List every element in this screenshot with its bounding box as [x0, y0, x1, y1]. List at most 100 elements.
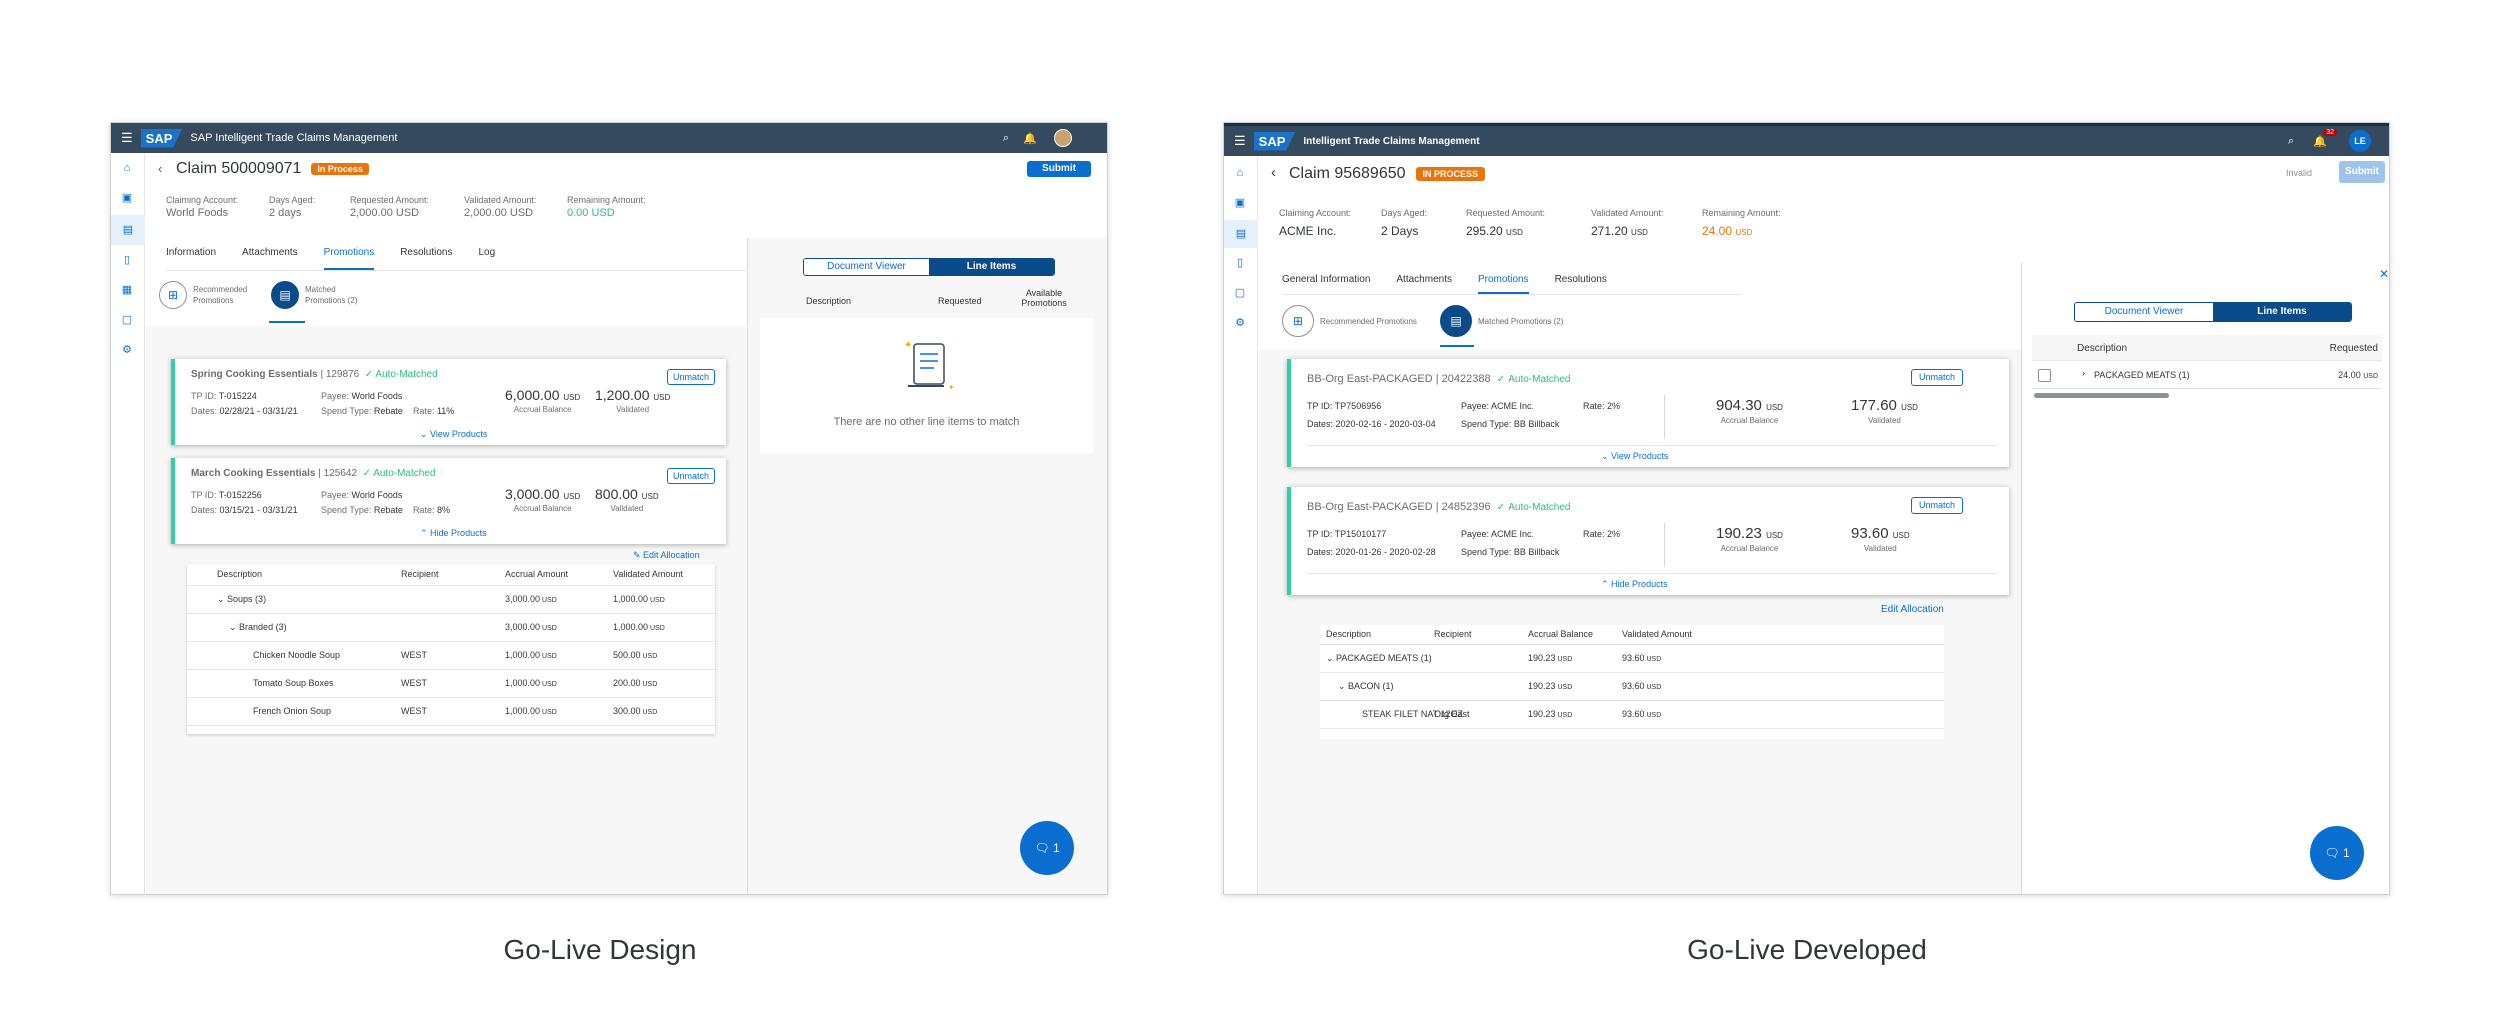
file-icon[interactable]: ▢	[120, 313, 134, 327]
settings-icon[interactable]: ⚙	[1233, 316, 1247, 330]
submit-button[interactable]: Submit	[1027, 161, 1091, 177]
kpi-requested-amount: Requested Amount: 295.20 USD	[1466, 208, 1546, 238]
payee: ACME Inc.	[1491, 529, 1535, 539]
tab-bar: Information Attachments Promotions Resol…	[166, 247, 746, 271]
row-recipient: WEST	[401, 678, 427, 688]
unmatch-button[interactable]: Unmatch	[667, 468, 715, 484]
view-products-link[interactable]: ⌄ View Products	[1601, 451, 1668, 462]
home-icon[interactable]: ⌂	[1233, 166, 1247, 180]
bell-icon[interactable]: 🔔	[2313, 135, 2327, 148]
line-items-tab[interactable]: Line Items	[2213, 303, 2351, 321]
horizontal-scrollbar[interactable]	[2034, 393, 2169, 398]
edit-allocation-link[interactable]: ✎ Edit Allocation	[633, 550, 700, 561]
file-icon[interactable]: ▢	[1233, 286, 1247, 300]
tab-promotions[interactable]: Promotions	[1477, 274, 1529, 294]
kpi-claiming-account: Claiming Account: World Foods	[166, 195, 239, 219]
rate: 8%	[436, 505, 450, 515]
search-icon[interactable]: ⌕	[1003, 132, 1009, 145]
close-icon[interactable]: ✕	[2379, 267, 2389, 281]
back-icon[interactable]: ‹	[1271, 164, 1276, 181]
view-switch: Document Viewer Line Items	[2074, 302, 2352, 322]
rate: Rate: 2%	[1583, 401, 1621, 411]
invalid-label: Invalid	[2285, 168, 2312, 178]
bell-icon[interactable]: 🔔	[1023, 132, 1037, 145]
search-icon[interactable]: ⌕	[2288, 135, 2294, 148]
row-description: ⌄ BACON (1)	[1338, 681, 1394, 691]
dates: 03/15/21 - 03/31/21	[219, 505, 298, 515]
table-row[interactable]: Tomato Soup Boxes WEST 1,000.00 USD 200.00 …	[187, 670, 715, 698]
dates: Dates: 2020-02-16 - 2020-03-04	[1307, 419, 1436, 429]
expand-icon[interactable]: ›	[2082, 368, 2085, 378]
table-row[interactable]: French Onion Soup WEST 1,000.00 USD 300.00 …	[187, 698, 715, 726]
row-accrual: 190.23 USD	[1528, 709, 1573, 719]
unmatch-button[interactable]: Unmatch	[1911, 369, 1963, 386]
row-validated: 500.00 USD	[613, 650, 658, 660]
side-navigation: ⌂ ▣ ▤ ▯ ▢ ⚙	[1224, 156, 1258, 894]
row-accrual: 1,000.00 USD	[505, 678, 557, 688]
wallet-icon[interactable]: ▦	[120, 283, 134, 297]
table-row[interactable]: STEAK FILET NAT 12OZ Org East 190.23 USD 93…	[1320, 701, 1944, 729]
chat-icon: 🗨	[1034, 841, 1050, 855]
documents-icon[interactable]: ▣	[1233, 196, 1247, 210]
promotion-title: BB-Org East-PACKAGED | 20422388	[1307, 373, 1491, 385]
edit-allocation-link[interactable]: Edit Allocation	[1881, 604, 1944, 615]
check-icon: ✓	[1496, 502, 1506, 513]
tab-promotions[interactable]: Promotions	[323, 247, 375, 270]
kpi-validated-amount: Validated Amount: 271.20 USD	[1591, 208, 1664, 238]
kpi-claiming-account: Claiming Account: ACME Inc.	[1279, 208, 1352, 238]
tab-log[interactable]: Log	[478, 247, 495, 270]
line-items-tab[interactable]: Line Items	[929, 259, 1054, 275]
row-checkbox[interactable]	[2038, 369, 2051, 382]
avatar[interactable]: LE	[2349, 130, 2371, 152]
back-icon[interactable]: ‹	[158, 161, 162, 176]
subtab-matched[interactable]: ▤ Matched Promotions (2)	[271, 281, 371, 309]
check-icon: ✓	[364, 369, 374, 380]
settings-icon[interactable]: ⚙	[120, 343, 134, 357]
row-validated: 300.00 USD	[613, 706, 658, 716]
document-viewer-tab[interactable]: Document Viewer	[2075, 303, 2213, 321]
accrual-balance: 3,000.00 USD Accrual Balance	[505, 486, 581, 513]
table-row[interactable]: ⌄ Soups (3) 3,000.00 USD 1,000.00 USD	[187, 586, 715, 614]
chat-button[interactable]: 🗨 1	[2310, 826, 2364, 880]
validated-amount: 800.00 USD Validated	[595, 486, 659, 513]
avatar[interactable]	[1054, 129, 1072, 147]
claims-icon[interactable]: ▤	[1224, 220, 1258, 248]
subtab-recommended[interactable]: ⊞ Recommended Promotions	[159, 281, 259, 309]
tab-attachments[interactable]: Attachments	[1396, 274, 1452, 294]
table-row[interactable]: Chicken Noodle Soup WEST 1,000.00 USD 500.0…	[187, 642, 715, 670]
report-icon[interactable]: ▯	[1233, 256, 1247, 270]
divider	[1307, 573, 1997, 574]
line-item-row[interactable]: › PACKAGED MEATS (1) 24.00 USD	[2032, 361, 2382, 389]
subtab-recommended[interactable]: ⊞ Recommended Promotions	[1282, 305, 1417, 337]
object-header: ‹ Claim 500009071 In Process Submit Claim…	[146, 153, 1107, 219]
kpi-remaining-amount: Remaining Amount: 0.00 USD	[567, 195, 646, 219]
hide-products-link[interactable]: ⌃ Hide Products	[1601, 579, 1668, 590]
hide-products-link[interactable]: ⌃ Hide Products	[420, 528, 487, 539]
documents-icon[interactable]: ▣	[120, 191, 134, 205]
tab-general-information[interactable]: General Information	[1282, 274, 1370, 294]
table-row[interactable]: ⌄ BACON (1) 190.23 USD 93.60 USD	[1320, 673, 1944, 701]
home-icon[interactable]: ⌂	[120, 161, 134, 175]
menu-icon[interactable]: ☰	[1234, 133, 1246, 149]
chat-button[interactable]: 🗨 1	[1020, 821, 1074, 875]
tab-resolutions[interactable]: Resolutions	[400, 247, 452, 270]
spend-type: BB Billback	[1513, 547, 1560, 557]
subtab-matched[interactable]: ▤ Matched Promotions (2)	[1440, 305, 1563, 337]
row-description: ⌄ Soups (3)	[217, 594, 267, 604]
svg-text:✦: ✦	[948, 383, 955, 392]
view-products-link[interactable]: ⌄ View Products	[420, 429, 487, 440]
report-icon[interactable]: ▯	[120, 253, 134, 267]
table-row[interactable]: ⌄ Branded (3) 3,000.00 USD 1,000.00 USD	[187, 614, 715, 642]
unmatch-button[interactable]: Unmatch	[667, 369, 715, 385]
table-row[interactable]: ⌄ PACKAGED MEATS (1) 190.23 USD 93.60 USD	[1320, 645, 1944, 673]
tab-information[interactable]: Information	[166, 247, 216, 270]
dates: Dates: 2020-01-26 - 2020-02-28	[1307, 547, 1436, 557]
unmatch-button[interactable]: Unmatch	[1911, 497, 1963, 514]
menu-icon[interactable]: ☰	[121, 130, 133, 146]
tab-resolutions[interactable]: Resolutions	[1555, 274, 1607, 294]
submit-button[interactable]: Submit	[2339, 161, 2385, 183]
document-viewer-tab[interactable]: Document Viewer	[804, 259, 929, 275]
claims-icon[interactable]: ▤	[111, 215, 145, 245]
payee: World Foods	[351, 490, 403, 500]
tab-attachments[interactable]: Attachments	[242, 247, 298, 270]
